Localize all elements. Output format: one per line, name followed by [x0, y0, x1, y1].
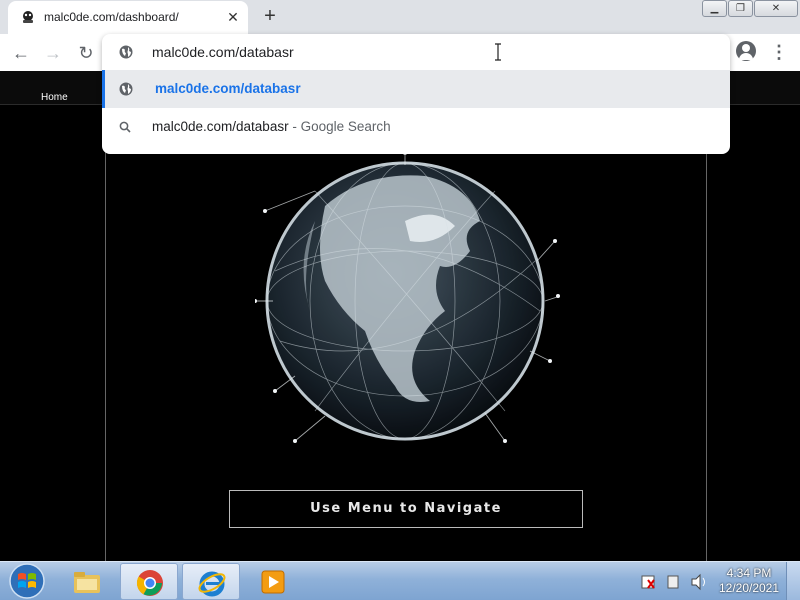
back-button[interactable]: ← — [10, 42, 32, 64]
forward-button[interactable]: → — [42, 42, 64, 64]
address-input[interactable]: malc0de.com/databasr — [152, 44, 294, 60]
suggestion-search-suffix: - Google Search — [288, 119, 391, 134]
address-bar[interactable]: malc0de.com/databasr — [102, 34, 730, 70]
close-window-button[interactable]: ✕ — [754, 0, 798, 17]
clock-time: 4:34 PM — [726, 566, 772, 580]
taskbar-ie[interactable] — [182, 563, 240, 600]
window-controls: ▁ ❐ ✕ — [702, 0, 798, 18]
media-player-icon — [261, 570, 285, 594]
omnibox-dropdown: malc0de.com/databasr malc0de.com/databas… — [102, 34, 730, 154]
minimize-button[interactable]: ▁ — [702, 0, 727, 17]
suggestion-url[interactable]: malc0de.com/databasr — [102, 70, 730, 108]
start-button-icon[interactable] — [6, 562, 48, 600]
restore-button[interactable]: ❐ — [728, 0, 753, 17]
screen: malc0de.com/dashboard/ ✕ + ▁ ❐ ✕ ← → ↻ ⋮… — [0, 0, 800, 600]
suggestion-url-text: malc0de.com/databasr — [155, 81, 301, 96]
taskbar-chrome[interactable] — [120, 563, 178, 600]
malware-site-icon — [23, 11, 33, 23]
globe-icon — [119, 82, 133, 96]
globe-icon — [119, 45, 133, 59]
search-icon — [119, 121, 131, 133]
profile-icon[interactable] — [736, 41, 756, 61]
suggestion-search-query: malc0de.com/databasr — [152, 119, 289, 134]
file-explorer-icon — [74, 572, 100, 593]
system-tray-icons[interactable] — [640, 568, 710, 596]
taskbar-media[interactable] — [244, 563, 302, 600]
use-menu-banner: Use Menu to Navigate — [229, 490, 583, 528]
suggestion-search[interactable]: malc0de.com/databasr - Google Search — [102, 108, 730, 146]
tab-title: malc0de.com/dashboard/ — [44, 10, 179, 24]
taskbar-explorer[interactable] — [58, 563, 116, 600]
reload-button[interactable]: ↻ — [75, 42, 97, 64]
browser-tab[interactable]: malc0de.com/dashboard/ ✕ — [8, 1, 248, 34]
windows-taskbar: 4:34 PM 12/20/2021 — [0, 561, 800, 600]
text-cursor-icon — [495, 43, 501, 61]
chrome-icon — [136, 570, 163, 596]
show-desktop-button[interactable] — [786, 562, 800, 600]
clock-date: 12/20/2021 — [718, 581, 780, 595]
globe-network-image — [255, 151, 560, 443]
internet-explorer-icon — [198, 571, 226, 597]
browser-menu-button[interactable]: ⋮ — [770, 41, 788, 63]
new-tab-button[interactable]: + — [259, 6, 281, 28]
tab-strip: malc0de.com/dashboard/ ✕ + ▁ ❐ ✕ — [0, 0, 800, 34]
taskbar-clock[interactable]: 4:34 PM 12/20/2021 — [716, 566, 782, 596]
nav-home-link[interactable]: Home — [41, 92, 68, 103]
tab-close-icon[interactable]: ✕ — [224, 8, 242, 26]
suggestion-search-text: malc0de.com/databasr - Google Search — [152, 119, 391, 134]
